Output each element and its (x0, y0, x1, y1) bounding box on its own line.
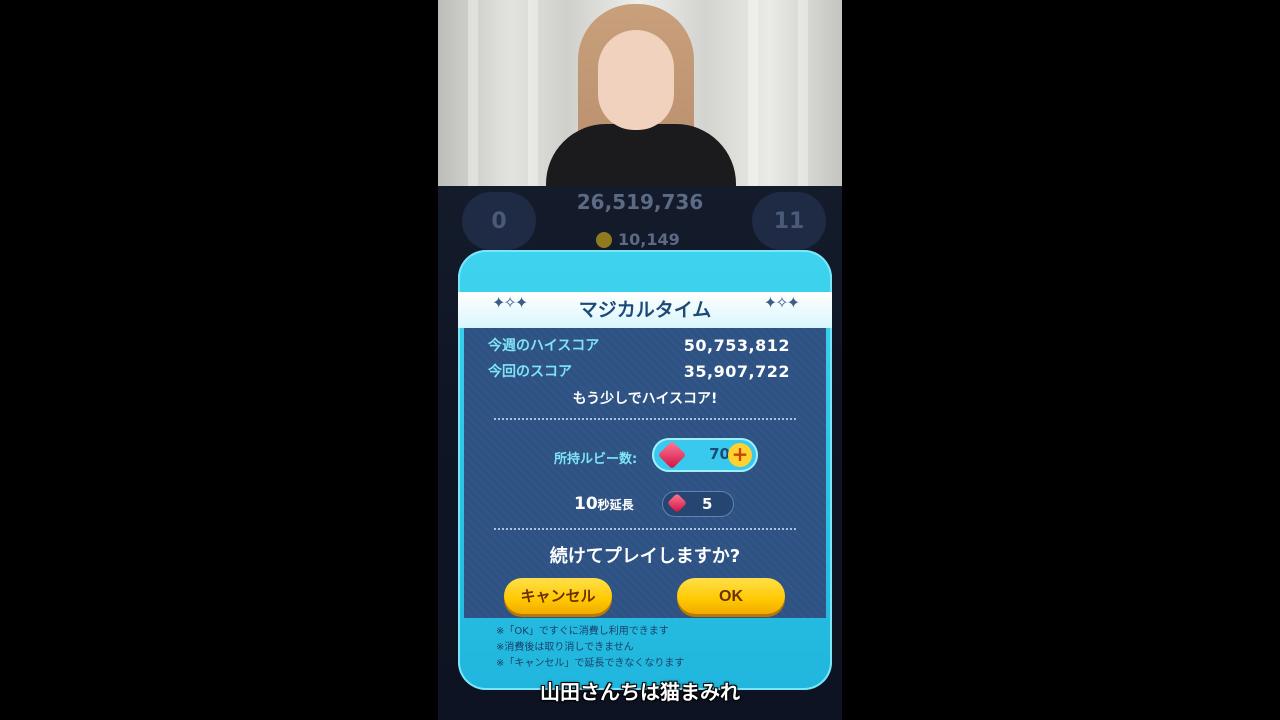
high-score-notice: もう少しでハイスコア! (572, 391, 718, 407)
note-line: ※「キャンセル」で延長できなくなります (496, 658, 685, 669)
webcam-overlay (438, 0, 842, 186)
ruby-label: 所持ルビー数: (554, 452, 638, 467)
ruby-balance: 70 + (652, 438, 758, 472)
ruby-gem-icon (657, 440, 687, 470)
ruby-gem-icon (667, 493, 687, 513)
divider (494, 528, 796, 530)
video-caption: 山田さんちは猫まみれ (540, 680, 740, 704)
weekly-high-score-row: 今週のハイスコア 50,753,812 (488, 334, 790, 356)
game-screen: 0 11 26,519,736 10,149 ✦✧✦ マジカルタイム ✦✧✦ 今… (438, 186, 842, 720)
note-line: ※「OK」ですぐに消費し利用できます (496, 626, 669, 637)
continue-question: 続けてプレイしますか? (549, 546, 741, 567)
note-line: ※消費後は取り消しできません (496, 642, 634, 653)
sparkle-icon: ✦✧✦ (492, 293, 528, 312)
coin-count: 10,149 (618, 230, 680, 249)
dialog-title: マジカルタイム (578, 299, 712, 321)
magical-time-dialog: ✦✧✦ マジカルタイム ✦✧✦ 今週のハイスコア 50,753,812 今回のス… (458, 250, 832, 690)
extend-unit: 秒延長 (597, 498, 634, 512)
ok-button[interactable]: OK (677, 578, 785, 614)
person-face (598, 30, 674, 130)
extend-cost-value: 5 (702, 495, 713, 513)
person-body (546, 124, 736, 186)
dialog-title-band: ✦✧✦ マジカルタイム ✦✧✦ (458, 292, 832, 328)
weekly-high-score-label: 今週のハイスコア (488, 338, 600, 354)
current-score-value: 35,907,722 (683, 361, 790, 381)
game-score: 26,519,736 (576, 190, 704, 214)
current-score-label: 今回のスコア (488, 364, 572, 380)
extend-cost: 5 (662, 491, 734, 517)
dialog-panel: 今週のハイスコア 50,753,812 今回のスコア 35,907,722 もう… (464, 328, 826, 618)
game-coins: 10,149 (596, 230, 680, 249)
extend-label: 10秒延長 (574, 494, 634, 514)
add-ruby-button[interactable]: + (728, 443, 752, 467)
current-score-row: 今回のスコア 35,907,722 (488, 360, 790, 382)
dialog-notes: ※「OK」ですぐに消費し利用できます ※消費後は取り消しできません ※「キャンセ… (496, 624, 684, 672)
video-frame: 0 11 26,519,736 10,149 ✦✧✦ マジカルタイム ✦✧✦ 今… (438, 0, 842, 720)
cancel-button[interactable]: キャンセル (504, 578, 612, 614)
sparkle-icon: ✦✧✦ (763, 293, 800, 312)
extend-seconds: 10 (574, 494, 598, 514)
weekly-high-score-value: 50,753,812 (683, 335, 790, 355)
divider (494, 418, 796, 420)
ruby-count: 70 (709, 445, 730, 463)
coin-icon (596, 231, 612, 248)
